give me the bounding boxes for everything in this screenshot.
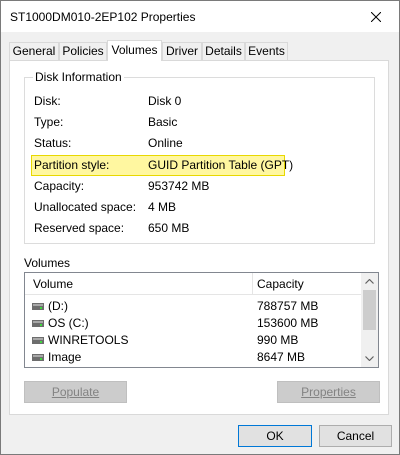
- volume-row[interactable]: WINRETOOLS 990 MB: [25, 332, 362, 349]
- volumes-list[interactable]: Volume Capacity (D:) 788757 MB OS (C:) 1…: [24, 272, 379, 368]
- capacity-label: Capacity:: [34, 179, 85, 193]
- scroll-down-button[interactable]: [361, 350, 378, 367]
- volume-capacity: 8647 MB: [257, 350, 306, 364]
- tab-driver[interactable]: Driver: [162, 42, 202, 60]
- populate-button[interactable]: Populate: [24, 381, 127, 403]
- properties-button[interactable]: Properties: [277, 381, 380, 403]
- disk-information-group: Disk Information Disk: Disk 0 Type: Basi…: [24, 70, 375, 244]
- volume-name: OS (C:): [48, 316, 89, 330]
- volumes-scrollbar[interactable]: [361, 273, 378, 367]
- tab-details[interactable]: Details: [202, 42, 245, 60]
- volume-capacity: 153600 MB: [257, 316, 319, 330]
- unallocated-space-label: Unallocated space:: [34, 200, 137, 214]
- volume-capacity: 990 MB: [257, 333, 299, 347]
- tab-volumes[interactable]: Volumes: [107, 40, 162, 61]
- chevron-down-icon: [365, 356, 374, 361]
- type-value: Basic: [148, 115, 178, 129]
- column-header-volume[interactable]: Volume: [33, 277, 73, 291]
- status-value: Online: [148, 136, 183, 150]
- reserved-space-label: Reserved space:: [34, 221, 125, 235]
- drive-icon: [32, 354, 44, 361]
- volume-name: WINRETOOLS: [48, 333, 129, 347]
- volume-name: (D:): [48, 299, 68, 313]
- disk-value: Disk 0: [148, 94, 182, 108]
- scroll-up-button[interactable]: [361, 273, 378, 290]
- volume-row[interactable]: (D:) 788757 MB: [25, 298, 362, 315]
- scrollbar-thumb[interactable]: [363, 290, 376, 330]
- disk-information-legend: Disk Information: [33, 70, 124, 84]
- drive-icon: [32, 303, 44, 310]
- status-label: Status:: [34, 136, 72, 150]
- volumes-list-header: Volume Capacity: [25, 273, 362, 295]
- title-bar: ST1000DM010-2EP102 Properties: [1, 1, 399, 32]
- ok-button[interactable]: OK: [238, 425, 312, 447]
- window-title: ST1000DM010-2EP102 Properties: [10, 10, 196, 24]
- drive-icon: [32, 320, 44, 327]
- column-header-capacity[interactable]: Capacity: [257, 277, 304, 291]
- tab-general[interactable]: General: [9, 42, 59, 60]
- volume-row[interactable]: OS (C:) 153600 MB: [25, 315, 362, 332]
- column-divider[interactable]: [252, 273, 253, 294]
- populate-button-label: Populate: [51, 385, 100, 399]
- tab-events[interactable]: Events: [245, 42, 288, 60]
- tab-policies[interactable]: Policies: [59, 42, 107, 60]
- volumes-tab-panel: Disk Information Disk: Disk 0 Type: Basi…: [9, 60, 389, 415]
- cancel-button[interactable]: Cancel: [319, 425, 392, 447]
- volume-name: Image: [48, 350, 82, 364]
- properties-dialog: ST1000DM010-2EP102 Properties General Po…: [0, 0, 400, 455]
- unallocated-space-value: 4 MB: [148, 200, 177, 214]
- type-label: Type:: [34, 115, 64, 129]
- partition-style-label: Partition style:: [34, 158, 110, 172]
- volume-capacity: 788757 MB: [257, 299, 319, 313]
- close-icon: [371, 11, 381, 22]
- partition-style-value: GUID Partition Table (GPT): [148, 158, 294, 172]
- volume-row[interactable]: Image 8647 MB: [25, 349, 362, 366]
- chevron-up-icon: [365, 279, 374, 284]
- disk-label: Disk:: [34, 94, 61, 108]
- reserved-space-value: 650 MB: [148, 221, 190, 235]
- drive-icon: [32, 337, 44, 344]
- properties-button-label: Properties: [301, 385, 356, 399]
- volumes-label: Volumes: [24, 256, 71, 270]
- close-button[interactable]: [353, 1, 399, 32]
- capacity-value: 953742 MB: [148, 179, 210, 193]
